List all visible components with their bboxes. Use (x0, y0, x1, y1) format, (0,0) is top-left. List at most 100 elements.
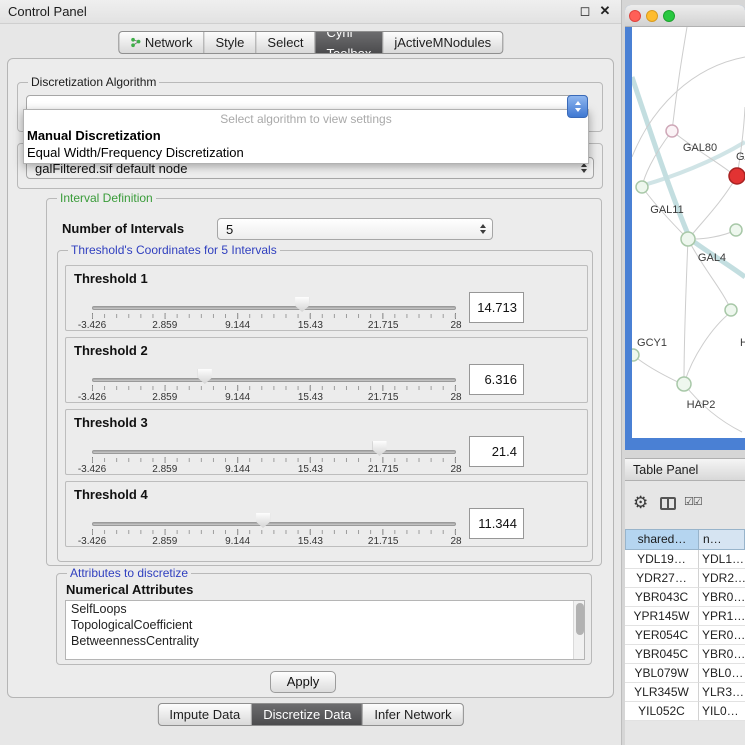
tab-discretize-data[interactable]: Discretize Data (251, 704, 362, 725)
table-cell[interactable]: YIL052C (625, 702, 699, 721)
network-canvas[interactable]: GAL80 GA GAL11 GAL4 GCY1 H HAP2 (632, 27, 745, 438)
node-label: GAL4 (698, 252, 726, 264)
node-label: GAL80 (683, 142, 717, 154)
list-item[interactable]: BetweennessCentrality (66, 633, 584, 649)
table-cell[interactable]: YER0… (699, 626, 745, 645)
table-cell[interactable]: YBR045C (625, 645, 699, 664)
table-cell[interactable]: YDL19… (625, 550, 699, 569)
table-cell[interactable]: YBL0… (699, 664, 745, 683)
table-row: YBR045C YBR0… (625, 645, 745, 664)
tab-select[interactable]: Select (255, 32, 314, 53)
zoom-traffic-light-icon[interactable] (663, 10, 675, 22)
network-node[interactable] (666, 125, 678, 137)
scale-tick-label: 2.859 (152, 464, 177, 475)
threshold-3-panel: Threshold 3 -3.426 2.859 9.144 15.43 21.… (65, 409, 588, 475)
table-cell[interactable]: YDR27… (625, 569, 699, 588)
node-label: GA (736, 151, 745, 163)
network-node[interactable] (730, 224, 742, 236)
tab-select-label: Select (267, 32, 303, 53)
columns-icon[interactable] (660, 497, 676, 510)
algorithm-combobox-stepper[interactable] (567, 95, 588, 118)
algorithm-placeholder: Select algorithm to view settings (24, 111, 588, 127)
scale-tick-label: 9.144 (225, 464, 250, 475)
column-header-shared-name[interactable]: shared… (625, 529, 699, 550)
table-cell[interactable]: YBR0… (699, 588, 745, 607)
close-icon[interactable]: ✕ (597, 3, 613, 19)
algorithm-option-manual[interactable]: Manual Discretization (24, 127, 588, 144)
cyni-toolbox-content: Discretization Algorithm Select algorith… (7, 58, 614, 698)
network-node[interactable] (632, 349, 639, 361)
network-node[interactable] (725, 304, 737, 316)
tab-infer-network-label: Infer Network (374, 704, 451, 725)
network-node-selected[interactable] (729, 168, 745, 184)
list-item[interactable]: SelfLoops (66, 601, 584, 617)
network-view-window: GAL80 GA GAL11 GAL4 GCY1 H HAP2 (625, 5, 745, 450)
apply-button[interactable]: Apply (270, 671, 336, 693)
tab-cyni-toolbox[interactable]: Cyni Toolbox (315, 32, 383, 53)
slider-track[interactable] (92, 450, 456, 454)
attributes-group: Attributes to discretize Numerical Attri… (56, 573, 592, 665)
slider-track[interactable] (92, 306, 456, 310)
combo-arrows-icon (581, 163, 587, 173)
threshold-4-value-field[interactable]: 11.344 (469, 508, 524, 539)
threshold-3-slider[interactable]: -3.426 2.859 9.144 15.43 21.715 28 (92, 410, 456, 476)
network-node[interactable] (681, 232, 695, 246)
table-header-row: shared… n… (625, 529, 745, 550)
threshold-2-slider[interactable]: -3.426 2.859 9.144 15.43 21.715 28 (92, 338, 456, 404)
list-scrollbar[interactable] (573, 601, 584, 659)
control-panel-tabs: Network Style Select Cyni Toolbox jActiv… (118, 31, 503, 54)
table-row: YLR345W YLR3… (625, 683, 745, 702)
list-item[interactable]: TopologicalCoefficient (66, 617, 584, 633)
threshold-1-value-field[interactable]: 14.713 (469, 292, 524, 323)
network-node[interactable] (636, 181, 648, 193)
scale-tick-label: 28 (450, 320, 461, 331)
tab-style[interactable]: Style (204, 32, 256, 53)
table-panel-header: Table Panel (625, 458, 745, 481)
table-cell[interactable]: YER054C (625, 626, 699, 645)
tab-infer-network[interactable]: Infer Network (362, 704, 462, 725)
column-header-name[interactable]: n… (699, 529, 745, 550)
table-cell[interactable]: YLR345W (625, 683, 699, 702)
table-cell[interactable]: YLR3… (699, 683, 745, 702)
stepper-up-icon (575, 101, 581, 105)
float-window-icon[interactable]: ◻ (577, 3, 593, 19)
table-cell[interactable]: YBL079W (625, 664, 699, 683)
number-of-intervals-combobox[interactable]: 5 (217, 218, 493, 240)
table-cell[interactable]: YPR1… (699, 607, 745, 626)
network-node[interactable] (677, 377, 691, 391)
select-columns-icon[interactable]: ☑☑ (684, 495, 702, 508)
threshold-4-slider[interactable]: -3.426 2.859 9.144 15.43 21.715 28 (92, 482, 456, 548)
threshold-1-slider[interactable]: -3.426 2.859 9.144 15.43 21.715 28 (92, 266, 456, 332)
slider-track[interactable] (92, 378, 456, 382)
scale-tick-label: 2.859 (152, 536, 177, 547)
table-cell[interactable]: YDR2… (699, 569, 745, 588)
table-cell[interactable]: YIL0… (699, 702, 745, 721)
node-label: H (740, 337, 745, 349)
threshold-2-value-field[interactable]: 6.316 (469, 364, 524, 395)
minimize-traffic-light-icon[interactable] (646, 10, 658, 22)
tab-style-label: Style (216, 32, 245, 53)
table-cell[interactable]: YBR0… (699, 645, 745, 664)
scrollbar-thumb[interactable] (576, 603, 584, 635)
tab-impute-data[interactable]: Impute Data (158, 704, 251, 725)
table-cell[interactable]: YPR145W (625, 607, 699, 626)
node-table: shared… n… YDL19… YDL1… YDR27… YDR2… YBR… (625, 529, 745, 721)
scale-tick-label: -3.426 (78, 320, 106, 331)
control-panel-title: Control Panel (8, 4, 87, 19)
close-traffic-light-icon[interactable] (629, 10, 641, 22)
network-icon (130, 37, 141, 48)
gear-icon[interactable]: ⚙ (633, 493, 648, 513)
algorithm-option-equal-width[interactable]: Equal Width/Frequency Discretization (24, 144, 588, 161)
tab-network[interactable]: Network (119, 32, 204, 53)
scale-tick-label: 9.144 (225, 392, 250, 403)
table-cell[interactable]: YDL1… (699, 550, 745, 569)
slider-track[interactable] (92, 522, 456, 526)
table-cell[interactable]: YBR043C (625, 588, 699, 607)
algorithm-group-label: Discretization Algorithm (28, 75, 159, 89)
tab-jactivemnodules[interactable]: jActiveMNodules (382, 32, 502, 53)
stepper-down-icon (575, 108, 581, 112)
scale-tick-label: 2.859 (152, 320, 177, 331)
threshold-3-value-field[interactable]: 21.4 (469, 436, 524, 467)
network-graph: GAL80 GA GAL11 GAL4 GCY1 H HAP2 (632, 27, 745, 438)
numerical-attributes-label: Numerical Attributes (66, 582, 193, 597)
